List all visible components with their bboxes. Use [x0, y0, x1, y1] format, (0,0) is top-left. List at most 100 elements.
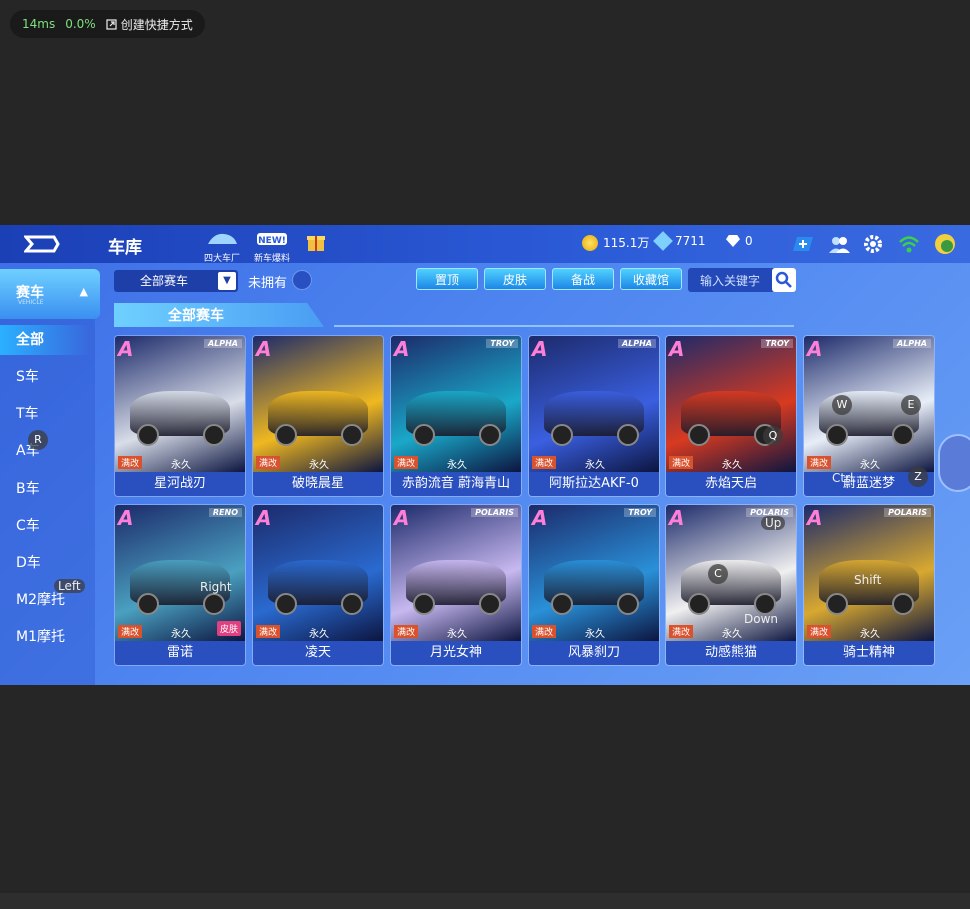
car-image [391, 336, 521, 472]
page-title: 车库 [108, 238, 142, 258]
pin-top-button[interactable]: 置顶 [416, 268, 478, 290]
car-image [391, 505, 521, 641]
chevron-down-icon[interactable]: ▼ [218, 272, 236, 290]
car-image [115, 336, 245, 472]
key-hint-c: C [708, 564, 728, 584]
car-card[interactable]: A ALPHA 满改 永久 星河战刃 [115, 336, 245, 496]
sidebar-item-d[interactable]: D车 [0, 548, 90, 578]
sidebar-item-b[interactable]: B车 [0, 474, 90, 504]
brand-tag: POLARIS [884, 508, 931, 517]
create-shortcut-button[interactable]: 创建快捷方式 [106, 16, 193, 33]
permanent-label: 永久 [722, 629, 742, 640]
skins-button[interactable]: 皮肤 [484, 268, 546, 290]
grade-badge: A [256, 506, 272, 530]
sidebar-item-c[interactable]: C车 [0, 511, 90, 541]
car-wheel [892, 424, 914, 446]
sidebar-item-t[interactable]: T车 [0, 399, 90, 429]
new-car-news-button[interactable]: NEW! 新车爆料 [254, 230, 290, 264]
svg-text:NEW!: NEW! [258, 236, 286, 246]
search-box[interactable]: 输入关键字 [688, 268, 796, 292]
grade-badge: A [394, 506, 410, 530]
brand-tag: ALPHA [617, 339, 656, 348]
avatar-icon[interactable] [934, 233, 956, 255]
max-mod-tag: 满改 [807, 625, 832, 638]
grade-badge: A [256, 337, 272, 361]
grade-badge: A [807, 337, 823, 361]
car-card[interactable]: A POLARIS 满改 永久 月光女神 [391, 505, 521, 665]
car-wheel [892, 593, 914, 615]
car-card[interactable]: A 满改 永久 破晓晨星 [253, 336, 383, 496]
grade-badge: A [669, 506, 685, 530]
new-car-news-label: 新车爆料 [254, 254, 291, 264]
car-wheel [413, 424, 435, 446]
friends-icon[interactable] [828, 233, 850, 255]
collection-button[interactable]: 收藏馆 [620, 268, 682, 290]
game-logo-icon [24, 235, 60, 253]
prepare-button[interactable]: 备战 [552, 268, 614, 290]
car-wheel [551, 424, 573, 446]
coin-icon [582, 234, 598, 251]
settings-gear-icon[interactable] [862, 233, 884, 255]
skin-tag: 皮肤 [216, 621, 241, 636]
chevron-up-icon[interactable]: ▲ [80, 285, 88, 298]
grade-badge: A [532, 506, 548, 530]
sidebar-item-s[interactable]: S车 [0, 362, 90, 392]
car-wheel [826, 424, 848, 446]
four-factories-button[interactable]: 四大车厂 [204, 230, 240, 264]
search-input[interactable]: 输入关键字 [700, 272, 760, 289]
permanent-label: 永久 [309, 629, 329, 640]
add-currency-icon[interactable] [792, 233, 814, 255]
vehicle-category-subtitle: VEHICLE [18, 299, 44, 306]
car-card[interactable]: A TROY 满改 永久 赤焰天启 [666, 336, 796, 496]
right-edge-handle[interactable] [938, 434, 970, 492]
key-hint-up: Up [761, 516, 786, 530]
gem-icon [653, 231, 673, 251]
key-hint-ctrl: Ctrl [832, 471, 854, 485]
diamond-amount: 0 [745, 234, 753, 248]
car-card[interactable]: A 满改 永久 凌天 [253, 505, 383, 665]
key-hint-z: Z [908, 467, 928, 487]
grade-badge: A [669, 337, 685, 361]
gift-icon [307, 236, 325, 251]
car-card[interactable]: A TROY 满改 永久 赤韵流音 蔚海青山 [391, 336, 521, 496]
car-wheel [688, 424, 710, 446]
car-name: 雷诺 [115, 641, 245, 665]
four-factories-label: 四大车厂 [204, 254, 241, 264]
car-card[interactable]: A ALPHA 满改 永久 阿斯拉达AKF-0 [529, 336, 659, 496]
bottom-bar [0, 893, 970, 909]
gift-button[interactable] [304, 230, 328, 257]
car-image [529, 505, 659, 641]
max-mod-tag: 满改 [532, 456, 557, 469]
vehicle-category-header[interactable]: 赛车 VEHICLE ▲ [0, 269, 100, 319]
create-shortcut-label: 创建快捷方式 [120, 17, 193, 32]
permanent-label: 永久 [585, 460, 605, 471]
permanent-label: 永久 [585, 629, 605, 640]
network-stats: 14ms 0.0% 创建快捷方式 [10, 10, 205, 38]
wifi-signal-icon [899, 236, 919, 253]
brand-tag: RENO [208, 508, 242, 517]
section-header: 全部赛车 [114, 299, 794, 327]
sidebar-item-all[interactable]: 全部 [0, 325, 90, 355]
grade-badge: A [118, 506, 134, 530]
sidebar-item-m1[interactable]: M1摩托 [0, 622, 90, 652]
unowned-toggle[interactable] [292, 270, 312, 290]
car-name: 月光女神 [391, 641, 521, 665]
car-wheel [479, 593, 501, 615]
key-hint-e: E [901, 395, 921, 415]
car-filter-select[interactable]: 全部赛车 ▼ [114, 270, 238, 292]
car-name: 赤韵流音 蔚海青山 [391, 472, 521, 496]
car-wheel [137, 593, 159, 615]
grade-badge: A [807, 506, 823, 530]
grade-badge: A [118, 337, 134, 361]
max-mod-tag: 满改 [669, 625, 694, 638]
car-card[interactable]: A TROY 满改 永久 风暴刹刀 [529, 505, 659, 665]
car-wheel [551, 593, 573, 615]
max-mod-tag: 满改 [256, 625, 281, 638]
max-mod-tag: 满改 [394, 625, 419, 638]
search-button[interactable] [772, 268, 796, 292]
gem-amount: 7711 [675, 234, 706, 248]
brand-tag: ALPHA [203, 339, 242, 348]
diamond-icon [726, 235, 740, 247]
car-name: 赤焰天启 [666, 472, 796, 496]
brand-tag: TROY [486, 339, 518, 348]
